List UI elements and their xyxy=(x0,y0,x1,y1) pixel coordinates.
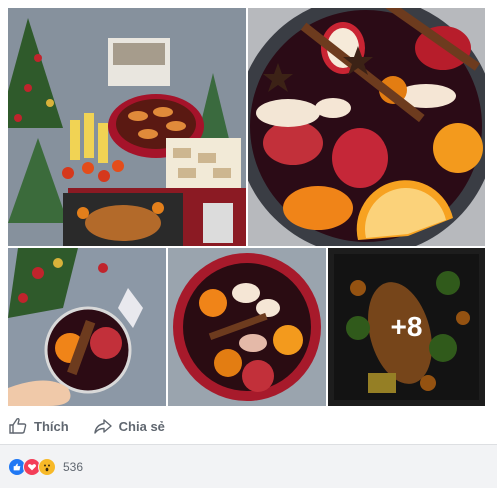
share-label: Chia sẻ xyxy=(118,418,165,434)
wow-icon xyxy=(38,457,56,476)
wine-bowl-photo xyxy=(168,248,326,406)
glass-in-hand-photo xyxy=(8,248,166,406)
reactions-bar[interactable]: 536 xyxy=(0,445,497,488)
post-photo-5[interactable]: +8 xyxy=(328,248,485,406)
reaction-icons xyxy=(8,457,56,476)
post-photo-2[interactable] xyxy=(248,8,485,246)
more-photos-count[interactable]: +8 xyxy=(328,248,485,406)
post-photo-3[interactable] xyxy=(8,248,166,406)
share-arrow-icon xyxy=(93,419,112,434)
post-photo-4[interactable] xyxy=(168,248,326,406)
post-actions-bar: Thích Chia sẻ xyxy=(0,408,497,444)
share-button[interactable]: Chia sẻ xyxy=(93,408,165,444)
mulled-wine-pot-photo xyxy=(248,8,485,246)
like-button[interactable]: Thích xyxy=(8,408,69,444)
post-photo-1[interactable] xyxy=(8,8,246,246)
table-spread-photo xyxy=(8,8,246,246)
reaction-count[interactable]: 536 xyxy=(63,460,83,474)
thumbs-up-icon xyxy=(9,417,27,434)
like-label: Thích xyxy=(34,418,69,434)
